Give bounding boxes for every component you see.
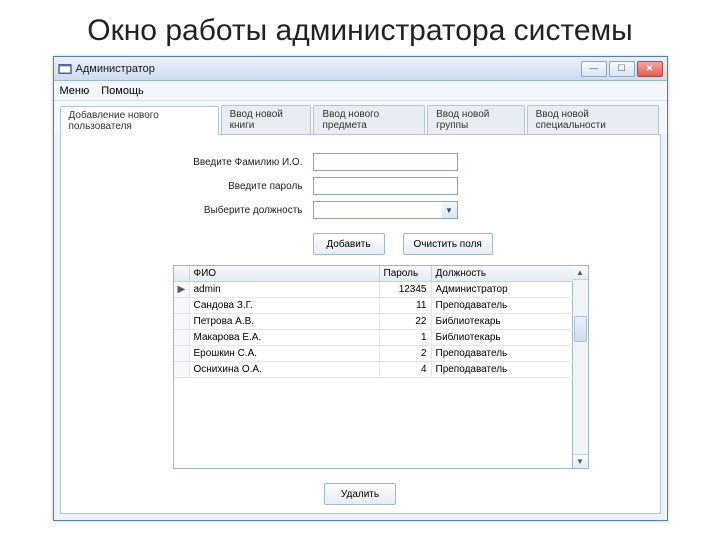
cell-role: Преподаватель (432, 346, 574, 362)
table-row[interactable]: Ерошкин С.А. 2 Преподаватель (174, 346, 572, 362)
menubar: Меню Помощь (54, 81, 667, 101)
cell-fio: admin (190, 282, 380, 298)
scroll-thumb[interactable] (574, 316, 587, 342)
role-combobox[interactable] (313, 201, 458, 219)
delete-button[interactable]: Удалить (324, 483, 396, 505)
tab-new-book[interactable]: Ввод новой книги (221, 105, 312, 134)
window-title: Администратор (76, 63, 581, 75)
tabpanel-add-user: Введите Фамилию И.О. Введите пароль Выбе… (60, 134, 661, 514)
add-button[interactable]: Добавить (313, 233, 385, 255)
fio-label: Введите Фамилию И.О. (73, 157, 313, 168)
cell-role: Преподаватель (432, 298, 574, 314)
maximize-button[interactable]: ☐ (609, 61, 635, 77)
tab-new-speciality[interactable]: Ввод новой специальности (527, 105, 659, 134)
grid-header-selector (174, 266, 190, 282)
slide-title: Окно работы администратора системы (0, 14, 720, 48)
chevron-down-icon[interactable]: ▼ (442, 201, 458, 219)
row-indicator-icon (174, 346, 190, 362)
password-label: Введите пароль (73, 181, 313, 192)
table-row[interactable]: Оснихина О.А. 4 Преподаватель (174, 362, 572, 378)
tab-new-group[interactable]: Ввод новой группы (427, 105, 525, 134)
cell-password: 11 (380, 298, 432, 314)
table-row[interactable]: Петрова А.В. 22 Библиотекарь (174, 314, 572, 330)
scroll-track[interactable] (573, 280, 588, 454)
menu-help[interactable]: Помощь (101, 85, 144, 97)
window-controls: — ☐ ✕ (581, 61, 663, 77)
cell-role: Преподаватель (432, 362, 574, 378)
table-row[interactable]: Сандова З.Г. 11 Преподаватель (174, 298, 572, 314)
tab-add-user[interactable]: Добавление нового пользователя (60, 106, 219, 135)
cell-fio: Ерошкин С.А. (190, 346, 380, 362)
grid-vertical-scrollbar[interactable]: ▲ ▼ (573, 265, 589, 469)
cell-fio: Петрова А.В. (190, 314, 380, 330)
grid-empty-area (174, 378, 572, 468)
scroll-down-icon[interactable]: ▼ (573, 454, 588, 468)
grid-header-fio[interactable]: ФИО (190, 266, 380, 282)
cell-password: 4 (380, 362, 432, 378)
row-indicator-icon (174, 362, 190, 378)
cell-password: 12345 (380, 282, 432, 298)
fio-input[interactable] (313, 153, 458, 171)
cell-password: 22 (380, 314, 432, 330)
cell-password: 1 (380, 330, 432, 346)
password-input[interactable] (313, 177, 458, 195)
titlebar: Администратор — ☐ ✕ (54, 57, 667, 81)
admin-window: Администратор — ☐ ✕ Меню Помощь Добавлен… (53, 56, 668, 521)
row-indicator-icon (174, 298, 190, 314)
users-grid[interactable]: ФИО Пароль Должность ▶ admin 12345 Админ… (173, 265, 573, 469)
tabstrip: Добавление нового пользователя Ввод ново… (54, 101, 667, 134)
cell-fio: Макарова Е.А. (190, 330, 380, 346)
table-row[interactable]: ▶ admin 12345 Администратор (174, 282, 572, 298)
role-label: Выберите должность (73, 205, 313, 216)
tab-new-subject[interactable]: Ввод нового предмета (313, 105, 425, 134)
cell-role: Библиотекарь (432, 314, 574, 330)
row-indicator-icon (174, 330, 190, 346)
cell-role: Администратор (432, 282, 574, 298)
grid-header-password[interactable]: Пароль (380, 266, 432, 282)
cell-fio: Оснихина О.А. (190, 362, 380, 378)
close-button[interactable]: ✕ (637, 61, 663, 77)
table-row[interactable]: Макарова Е.А. 1 Библиотекарь (174, 330, 572, 346)
row-indicator-icon (174, 314, 190, 330)
cell-password: 2 (380, 346, 432, 362)
scroll-up-icon[interactable]: ▲ (573, 266, 588, 280)
row-indicator-icon: ▶ (174, 282, 190, 298)
grid-header-role[interactable]: Должность (432, 266, 574, 282)
cell-role: Библиотекарь (432, 330, 574, 346)
minimize-button[interactable]: — (581, 61, 607, 77)
cell-fio: Сандова З.Г. (190, 298, 380, 314)
menu-main[interactable]: Меню (60, 85, 90, 97)
clear-button[interactable]: Очистить поля (403, 233, 493, 255)
app-icon (58, 62, 72, 76)
grid-header: ФИО Пароль Должность (174, 266, 572, 282)
users-grid-wrap: ФИО Пароль Должность ▶ admin 12345 Админ… (173, 265, 648, 469)
